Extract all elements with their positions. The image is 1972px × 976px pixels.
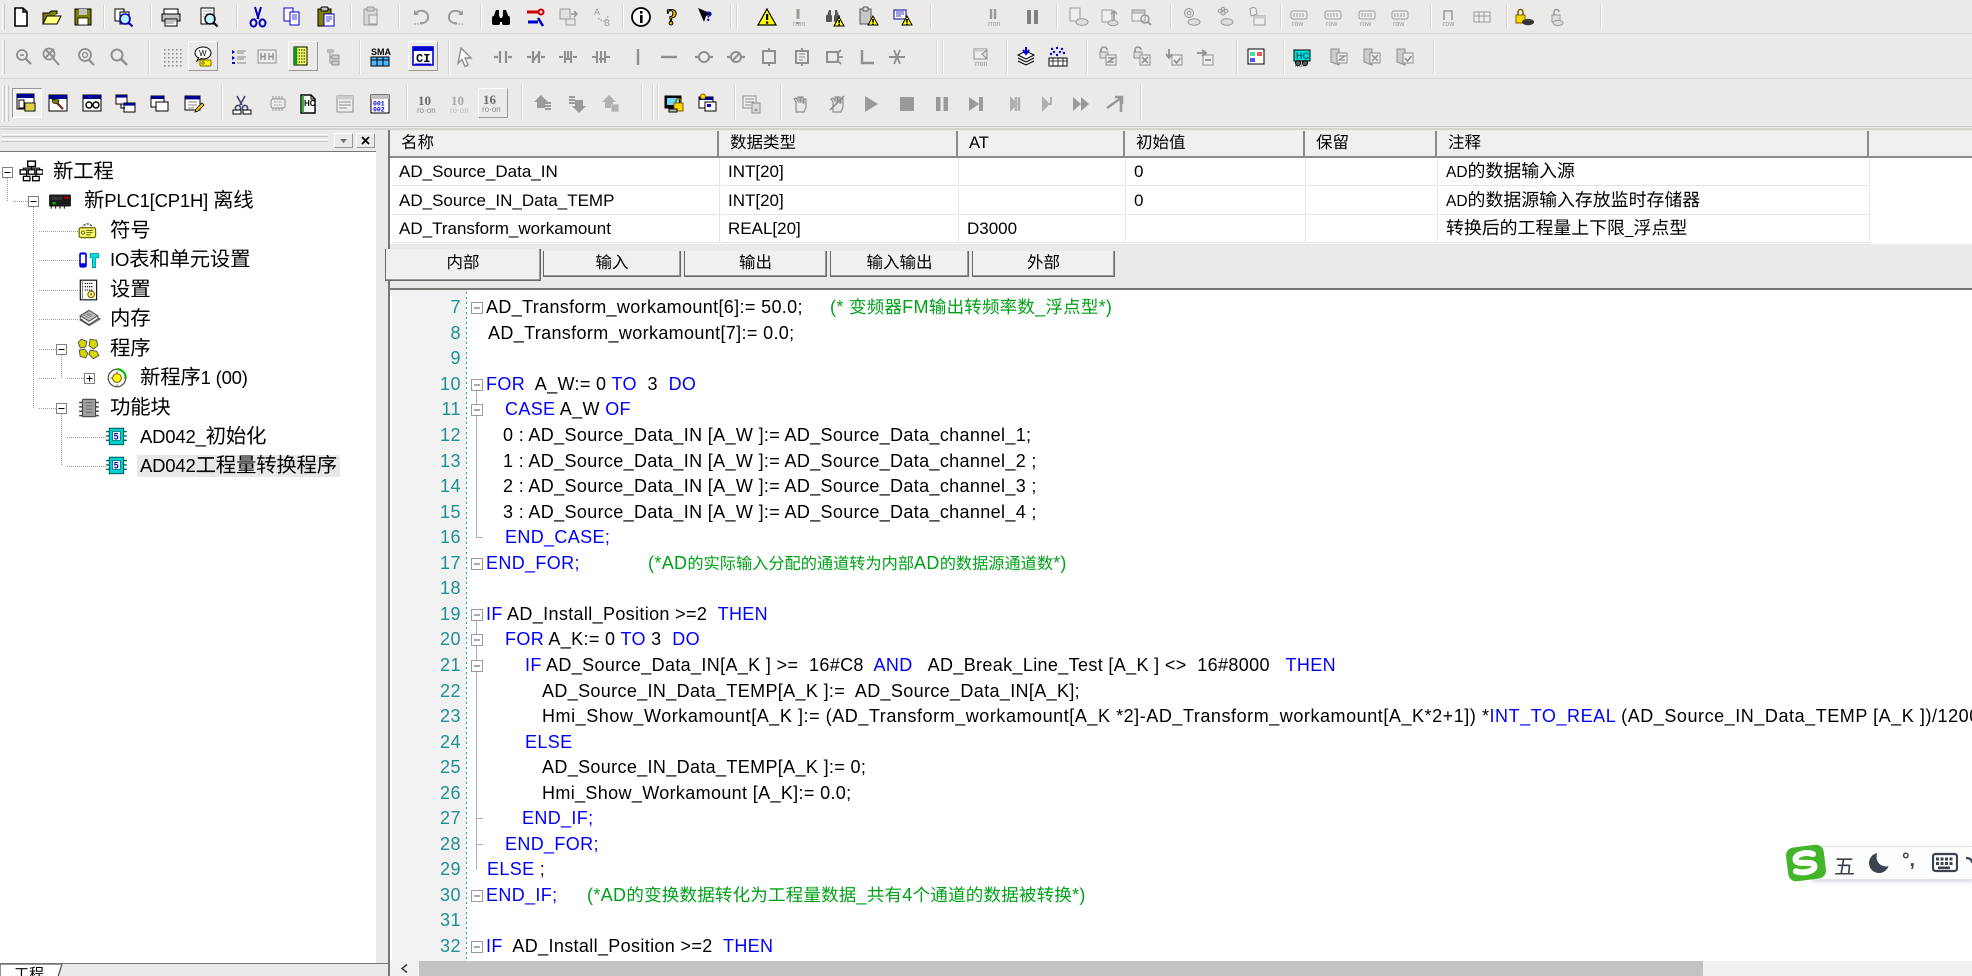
svg-text:rron: rron <box>793 21 806 28</box>
svg-text:?: ? <box>666 6 678 28</box>
svg-text:002: 002 <box>373 107 385 114</box>
svg-text:ro·on: ro·on <box>417 106 436 115</box>
svg-text:rron: rron <box>988 21 1001 28</box>
svg-text:row: row <box>1360 21 1372 28</box>
svg-text:row: row <box>1292 21 1304 28</box>
svg-text:rron: rron <box>1295 63 1306 68</box>
svg-text:B: B <box>604 18 610 28</box>
svg-text:HC: HC <box>304 99 316 108</box>
svg-text:A: A <box>594 7 600 17</box>
svg-text:?: ? <box>705 9 713 25</box>
svg-text:5: 5 <box>114 432 119 442</box>
svg-text:row: row <box>1443 21 1455 28</box>
svg-text:W: W <box>199 49 207 58</box>
svg-text:SMA: SMA <box>371 47 391 57</box>
svg-text:5: 5 <box>114 461 119 471</box>
svg-text:ro·on: ro·on <box>482 105 501 114</box>
svg-text:HC: HC <box>1296 51 1309 61</box>
svg-text:ro·on: ro·on <box>450 106 469 115</box>
svg-text:row: row <box>1326 21 1338 28</box>
svg-text:rron: rron <box>975 61 988 68</box>
svg-text:row: row <box>1393 21 1405 28</box>
